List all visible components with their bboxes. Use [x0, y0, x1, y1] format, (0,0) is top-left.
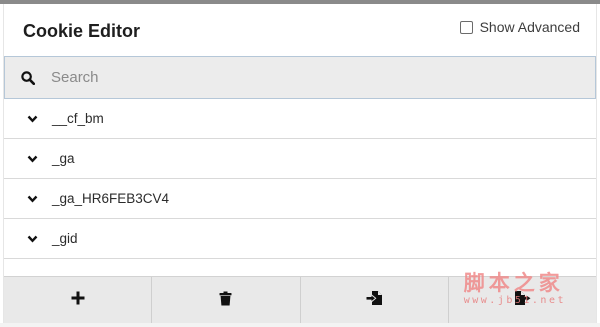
trash-icon [219, 291, 232, 311]
chevron-down-icon[interactable] [22, 195, 42, 203]
show-advanced-toggle[interactable]: Show Advanced [459, 19, 580, 35]
show-advanced-checkbox[interactable] [459, 20, 473, 34]
chevron-down-icon[interactable] [22, 235, 42, 243]
chevron-down-icon[interactable] [22, 155, 42, 163]
import-icon [366, 290, 383, 311]
show-advanced-label[interactable]: Show Advanced [480, 19, 580, 35]
cookie-name: _ga_HR6FEB3CV4 [52, 191, 170, 206]
cookie-row[interactable]: _gid [4, 219, 596, 259]
cookie-name: __cf_bm [52, 111, 104, 126]
export-button[interactable] [449, 277, 596, 324]
chevron-down-icon[interactable] [22, 115, 42, 123]
cookie-row[interactable]: _ga_HR6FEB3CV4 [4, 179, 596, 219]
cookie-row[interactable]: _ga [4, 139, 596, 179]
import-button[interactable] [301, 277, 449, 324]
cookie-name: _ga [52, 151, 75, 166]
action-toolbar [4, 276, 596, 324]
cookie-list: __cf_bm _ga _ga_HR6FEB3CV4 _gid [4, 99, 596, 259]
cookie-row[interactable]: __cf_bm [4, 99, 596, 139]
window-bottom-border [0, 323, 600, 327]
page-title: Cookie Editor [23, 21, 141, 41]
search-input[interactable] [51, 69, 551, 86]
cookie-name: _gid [52, 231, 78, 246]
search-bar[interactable] [4, 56, 596, 99]
export-icon [514, 290, 531, 311]
search-icon [5, 57, 51, 98]
add-cookie-button[interactable] [4, 277, 153, 324]
cookie-editor-panel: Cookie Editor Show Advanced __cf_bm _ga [3, 4, 597, 327]
delete-all-button[interactable] [152, 277, 301, 324]
header: Cookie Editor Show Advanced [4, 4, 596, 56]
plus-icon [71, 291, 85, 310]
